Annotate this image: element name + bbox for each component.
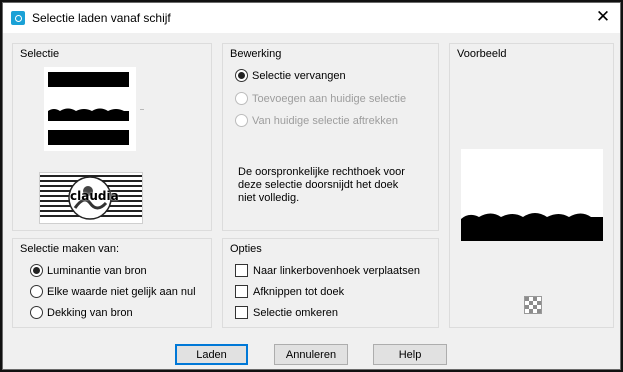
radio-button[interactable]	[30, 264, 43, 277]
radio-elke-waarde[interactable]: Elke waarde niet gelijk aan nul	[30, 285, 196, 298]
checkbox-linkerbovenhoek[interactable]: Naar linkerbovenhoek verplaatsen	[235, 264, 420, 277]
opties-group: Opties Naar linkerbovenhoek verplaatsen …	[222, 238, 439, 328]
dialog-window: Selectie laden vanaf schijf ✕ Selectie c…	[2, 2, 621, 370]
checkbox-label: Selectie omkeren	[253, 306, 338, 319]
checkbox[interactable]	[235, 264, 248, 277]
selectie-group: Selectie claudia	[12, 43, 212, 231]
app-icon	[11, 11, 25, 25]
selection-thumbnail[interactable]	[44, 67, 136, 151]
radio-label: Elke waarde niet gelijk aan nul	[47, 285, 196, 298]
warning-line-3: niet volledig.	[238, 192, 300, 204]
annuleren-button[interactable]: Annuleren	[274, 344, 348, 365]
radio-label: Dekking van bron	[47, 306, 133, 319]
selectie-maken-group-title: Selectie maken van:	[20, 243, 120, 255]
claudia-watermark-logo: claudia	[39, 172, 143, 224]
checkbox-label: Afknippen tot doek	[253, 285, 345, 298]
radio-aftrekken[interactable]: Van huidige selectie aftrekken	[235, 114, 398, 127]
checker-pattern	[525, 297, 541, 313]
selection-warning-text: De oorspronkelijke rechthoek voor deze s…	[238, 166, 405, 205]
radio-selectie-vervangen[interactable]: Selectie vervangen	[235, 69, 346, 82]
radio-button[interactable]	[235, 114, 248, 127]
selectie-maken-group: Selectie maken van: Luminantie van bron …	[12, 238, 212, 328]
selection-shape-preview	[48, 72, 129, 145]
radio-label: Luminantie van bron	[47, 264, 147, 277]
radio-toevoegen[interactable]: Toevoegen aan huidige selectie	[235, 92, 406, 105]
checkbox[interactable]	[235, 306, 248, 319]
radio-label: Toevoegen aan huidige selectie	[252, 92, 407, 105]
watermark-text: claudia	[70, 189, 119, 203]
warning-line-1: De oorspronkelijke rechthoek voor	[238, 166, 405, 178]
radio-button[interactable]	[30, 306, 43, 319]
thumbnail-list-marker	[140, 109, 144, 110]
radio-button[interactable]	[235, 92, 248, 105]
checkbox-label: Naar linkerbovenhoek verplaatsen	[253, 264, 420, 277]
checkbox-afknippen[interactable]: Afknippen tot doek	[235, 285, 344, 298]
laden-button[interactable]: Laden	[175, 344, 248, 365]
title-bar: Selectie laden vanaf schijf ✕	[3, 3, 620, 33]
window-title: Selectie laden vanaf schijf	[32, 11, 171, 25]
radio-label: Selectie vervangen	[252, 69, 346, 82]
radio-luminantie[interactable]: Luminantie van bron	[30, 264, 147, 277]
bewerking-group-title: Bewerking	[230, 48, 282, 60]
selectie-group-title: Selectie	[20, 48, 60, 60]
bewerking-group: Bewerking Selectie vervangen Toevoegen a…	[222, 43, 439, 231]
radio-button[interactable]	[235, 69, 248, 82]
radio-button[interactable]	[30, 285, 43, 298]
checkbox[interactable]	[235, 285, 248, 298]
voorbeeld-group-title: Voorbeeld	[457, 48, 507, 60]
close-button[interactable]: ✕	[590, 7, 616, 29]
opties-group-title: Opties	[230, 243, 262, 255]
transparency-checker-icon[interactable]	[524, 296, 542, 314]
radio-dekking[interactable]: Dekking van bron	[30, 306, 133, 319]
dialog-content: Selectie claudia Bewerking Selectie verv…	[3, 33, 620, 369]
checkbox-omkeren[interactable]: Selectie omkeren	[235, 306, 338, 319]
warning-line-2: deze selectie doorsnijdt het doek	[238, 179, 399, 191]
help-button[interactable]: Help	[373, 344, 447, 365]
radio-label: Van huidige selectie aftrekken	[252, 114, 398, 127]
preview-canvas	[461, 149, 603, 241]
preview-shape	[461, 213, 603, 241]
voorbeeld-group: Voorbeeld	[449, 43, 614, 328]
